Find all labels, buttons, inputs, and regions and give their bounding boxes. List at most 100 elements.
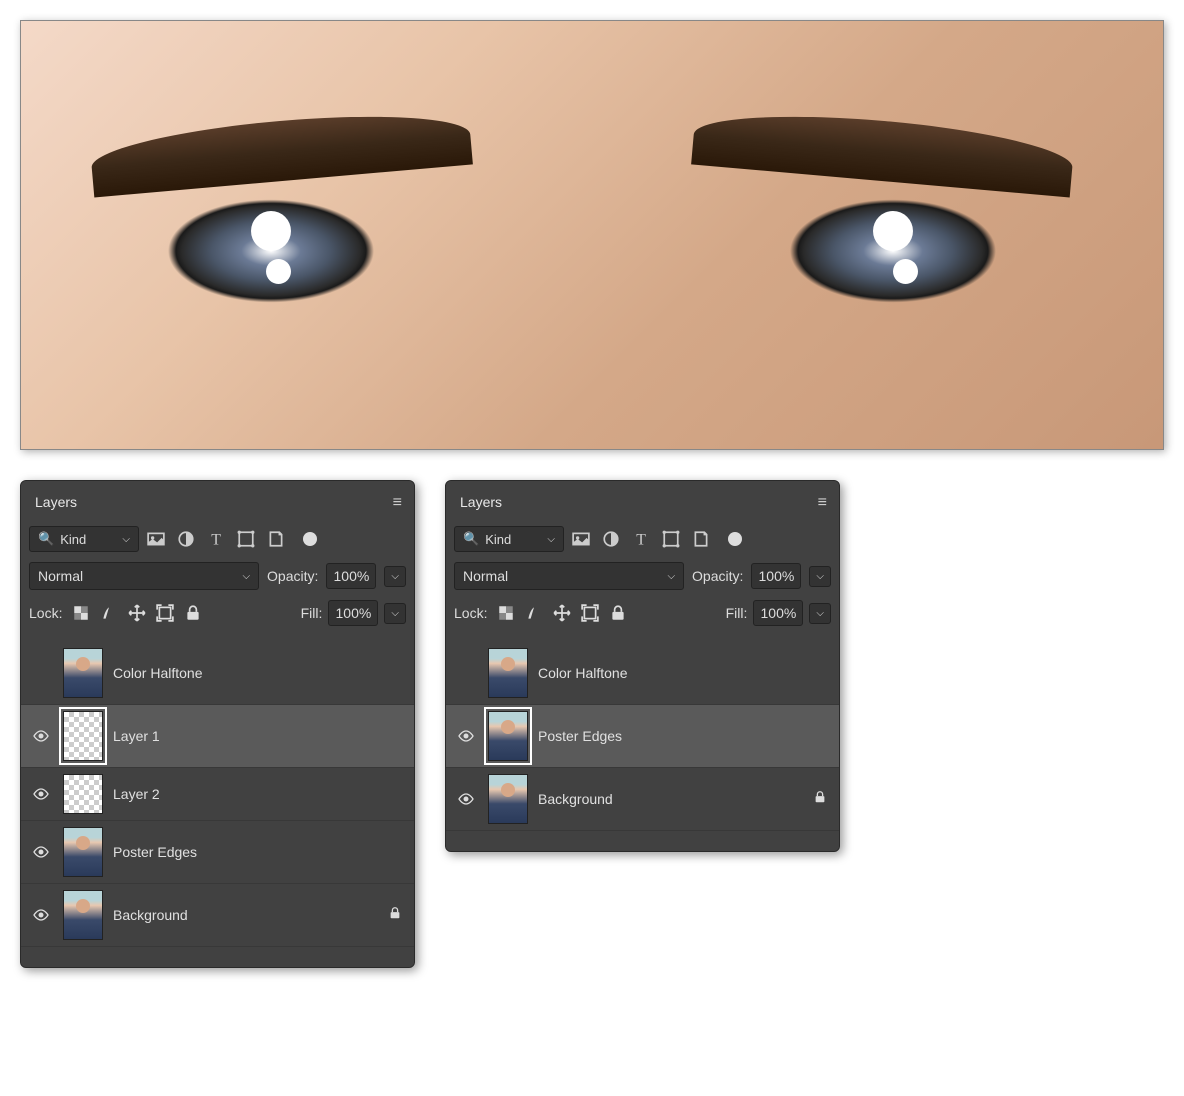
lock-transparency-icon[interactable] bbox=[72, 604, 90, 622]
fill-value[interactable]: 100% bbox=[753, 600, 803, 626]
panel-menu-icon[interactable]: ≡ bbox=[389, 490, 406, 516]
blend-mode-value: Normal bbox=[38, 568, 83, 584]
filter-adjustment-icon[interactable] bbox=[602, 530, 620, 548]
layer-name[interactable]: Background bbox=[113, 907, 378, 923]
visibility-toggle[interactable] bbox=[29, 729, 53, 743]
lock-image-icon[interactable] bbox=[100, 604, 118, 622]
panel-header: Layers ≡ bbox=[446, 481, 839, 518]
lock-image-icon[interactable] bbox=[525, 604, 543, 622]
layer-row[interactable]: Color Halftone bbox=[21, 642, 414, 705]
opacity-label: Opacity: bbox=[692, 568, 743, 584]
layers-list: Color Halftone Poster Edges Background bbox=[446, 642, 839, 831]
fill-dropdown[interactable]: ⌵ bbox=[809, 603, 831, 624]
svg-text:T: T bbox=[211, 532, 221, 548]
layer-name[interactable]: Layer 1 bbox=[113, 728, 406, 744]
layer-thumbnail[interactable] bbox=[63, 890, 103, 940]
layers-panel-left: Layers ≡ 🔍 Kind ⌵ T bbox=[20, 480, 415, 968]
layer-row[interactable]: Poster Edges bbox=[446, 705, 839, 768]
blend-row: Normal ⌵ Opacity: 100% ⌵ bbox=[454, 562, 831, 590]
lock-row: Lock: Fill: 100% ⌵ bbox=[29, 600, 406, 626]
blend-row: Normal ⌵ Opacity: 100% ⌵ bbox=[29, 562, 406, 590]
kind-filter-select[interactable]: 🔍 Kind ⌵ bbox=[454, 526, 564, 552]
kind-filter-select[interactable]: 🔍 Kind ⌵ bbox=[29, 526, 139, 552]
visibility-toggle[interactable] bbox=[454, 729, 478, 743]
filter-shape-icon[interactable] bbox=[662, 530, 680, 548]
filter-type-icon[interactable]: T bbox=[207, 530, 225, 548]
kind-label: Kind bbox=[485, 532, 511, 547]
filter-row: 🔍 Kind ⌵ T bbox=[29, 526, 406, 552]
filter-row: 🔍 Kind ⌵ T bbox=[454, 526, 831, 552]
visibility-toggle[interactable] bbox=[29, 845, 53, 859]
layer-thumbnail[interactable] bbox=[63, 648, 103, 698]
filter-shape-icon[interactable] bbox=[237, 530, 255, 548]
layer-row[interactable]: Layer 2 bbox=[21, 768, 414, 821]
blend-mode-select[interactable]: Normal ⌵ bbox=[454, 562, 684, 590]
lock-indicator-icon bbox=[813, 790, 827, 809]
layer-name[interactable]: Color Halftone bbox=[113, 665, 406, 681]
layer-row[interactable]: Poster Edges bbox=[21, 821, 414, 884]
layer-row[interactable]: Color Halftone bbox=[446, 642, 839, 705]
filter-pixel-icon[interactable] bbox=[572, 530, 590, 548]
filter-toggle[interactable] bbox=[728, 532, 742, 546]
layer-name[interactable]: Background bbox=[538, 791, 803, 807]
svg-text:T: T bbox=[636, 532, 646, 548]
visibility-toggle[interactable] bbox=[454, 792, 478, 806]
layer-row[interactable]: Background bbox=[21, 884, 414, 947]
layer-name[interactable]: Poster Edges bbox=[113, 844, 406, 860]
blend-mode-select[interactable]: Normal ⌵ bbox=[29, 562, 259, 590]
artwork-eye-right bbox=[753, 181, 1033, 321]
lock-position-icon[interactable] bbox=[128, 604, 146, 622]
layer-row[interactable]: Layer 1 bbox=[21, 705, 414, 768]
fill-value[interactable]: 100% bbox=[328, 600, 378, 626]
panel-menu-icon[interactable]: ≡ bbox=[814, 490, 831, 516]
panel-tab-layers[interactable]: Layers bbox=[446, 488, 516, 519]
visibility-toggle[interactable] bbox=[29, 787, 53, 801]
layer-name[interactable]: Layer 2 bbox=[113, 786, 406, 802]
search-icon: 🔍 bbox=[463, 531, 479, 547]
opacity-value[interactable]: 100% bbox=[326, 563, 376, 589]
artwork-eye-left bbox=[131, 181, 411, 321]
layer-name[interactable]: Color Halftone bbox=[538, 665, 831, 681]
layer-thumbnail[interactable] bbox=[63, 711, 103, 761]
fill-label: Fill: bbox=[726, 605, 748, 621]
chevron-down-icon: ⌵ bbox=[667, 571, 675, 582]
lock-label: Lock: bbox=[454, 605, 487, 621]
filter-smartobject-icon[interactable] bbox=[267, 530, 285, 548]
panel-header: Layers ≡ bbox=[21, 481, 414, 518]
chevron-down-icon: ⌵ bbox=[547, 534, 555, 545]
layers-panel-right: Layers ≡ 🔍 Kind ⌵ T bbox=[445, 480, 840, 852]
layer-name[interactable]: Poster Edges bbox=[538, 728, 831, 744]
lock-transparency-icon[interactable] bbox=[497, 604, 515, 622]
layer-thumbnail[interactable] bbox=[488, 774, 528, 824]
fill-dropdown[interactable]: ⌵ bbox=[384, 603, 406, 624]
search-icon: 🔍 bbox=[38, 531, 54, 547]
canvas-preview bbox=[20, 20, 1164, 450]
layer-thumbnail[interactable] bbox=[488, 648, 528, 698]
blend-mode-value: Normal bbox=[463, 568, 508, 584]
lock-artboard-icon[interactable] bbox=[156, 604, 174, 622]
layers-list: Color Halftone Layer 1 Layer 2 Poster Ed… bbox=[21, 642, 414, 947]
filter-smartobject-icon[interactable] bbox=[692, 530, 710, 548]
chevron-down-icon: ⌵ bbox=[122, 534, 130, 545]
opacity-dropdown[interactable]: ⌵ bbox=[384, 566, 406, 587]
layer-thumbnail[interactable] bbox=[488, 711, 528, 761]
layer-thumbnail[interactable] bbox=[63, 827, 103, 877]
filter-type-icon[interactable]: T bbox=[632, 530, 650, 548]
opacity-label: Opacity: bbox=[267, 568, 318, 584]
lock-artboard-icon[interactable] bbox=[581, 604, 599, 622]
opacity-value[interactable]: 100% bbox=[751, 563, 801, 589]
lock-indicator-icon bbox=[388, 906, 402, 925]
layer-row[interactable]: Background bbox=[446, 768, 839, 831]
panel-tab-layers[interactable]: Layers bbox=[21, 488, 91, 519]
lock-all-icon[interactable] bbox=[184, 604, 202, 622]
filter-adjustment-icon[interactable] bbox=[177, 530, 195, 548]
lock-all-icon[interactable] bbox=[609, 604, 627, 622]
lock-position-icon[interactable] bbox=[553, 604, 571, 622]
layer-thumbnail[interactable] bbox=[63, 774, 103, 814]
visibility-toggle[interactable] bbox=[29, 908, 53, 922]
lock-label: Lock: bbox=[29, 605, 62, 621]
filter-toggle[interactable] bbox=[303, 532, 317, 546]
filter-pixel-icon[interactable] bbox=[147, 530, 165, 548]
opacity-dropdown[interactable]: ⌵ bbox=[809, 566, 831, 587]
fill-label: Fill: bbox=[301, 605, 323, 621]
